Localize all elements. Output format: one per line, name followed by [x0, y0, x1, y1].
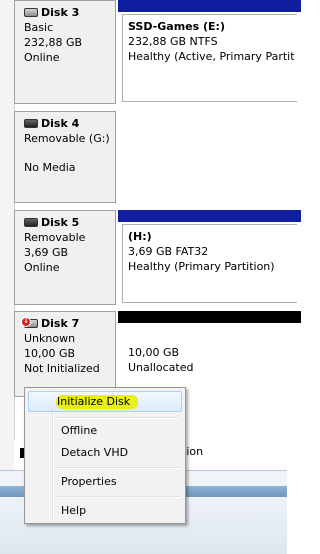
partition-size: 10,00 GB: [128, 346, 180, 359]
removable-disk-icon: [24, 119, 38, 128]
partition-bar: [118, 210, 301, 222]
menu-item-label: Offline: [61, 424, 98, 437]
menu-item-help[interactable]: Help: [28, 500, 182, 521]
disk-row-7: ↓ Disk 7 Unknown 10,00 GB Not Initialize…: [14, 311, 301, 397]
partition-name: (H:): [128, 230, 152, 243]
disk-context-menu: Initialize Disk Offline Detach VHD Prope…: [24, 387, 186, 524]
disk-3-partition[interactable]: SSD-Games (E:) 232,88 GB NTFS Healthy (A…: [118, 0, 301, 104]
disk-5-name: Disk 5: [41, 216, 80, 229]
disk-row-4: Disk 4 Removable (G:) No Media: [14, 111, 287, 203]
disk-7-partition[interactable]: 10,00 GB Unallocated: [118, 311, 301, 397]
menu-item-detach-vhd[interactable]: Detach VHD: [28, 442, 182, 463]
disk-3-label[interactable]: Disk 3 Basic 232,88 GB Online: [14, 0, 116, 104]
disk-5-status: Online: [24, 261, 60, 274]
menu-separator: [56, 417, 180, 419]
menu-item-offline[interactable]: Offline: [28, 420, 182, 441]
partition-status: Healthy (Primary Partition): [128, 260, 275, 273]
disk-5-partition[interactable]: (H:) 3,69 GB FAT32 Healthy (Primary Part…: [118, 210, 301, 305]
disk-3-name: Disk 3: [41, 6, 80, 19]
disk-7-type: Unknown: [24, 332, 76, 345]
disk-management-window: Disk 3 Basic 232,88 GB Online SSD-Games …: [0, 0, 301, 554]
partition-name: SSD-Games (E:): [128, 20, 225, 33]
disk-4-type: Removable (G:): [24, 132, 110, 145]
partition-size: 3,69 GB FAT32: [128, 245, 209, 258]
disk-error-icon: ↓: [21, 317, 38, 328]
disk-7-name: Disk 7: [41, 317, 80, 330]
menu-item-label: Properties: [61, 475, 117, 488]
disk-7-label[interactable]: ↓ Disk 7 Unknown 10,00 GB Not Initialize…: [14, 311, 116, 397]
disk-row-3: Disk 3 Basic 232,88 GB Online SSD-Games …: [14, 0, 301, 104]
disk-4-status: No Media: [24, 161, 76, 174]
menu-item-label: Detach VHD: [61, 446, 129, 459]
hard-disk-icon: [24, 8, 38, 17]
disk-3-size: 232,88 GB: [24, 36, 83, 49]
partition-size: 232,88 GB NTFS: [128, 35, 218, 48]
partition-status: Unallocated: [128, 361, 194, 374]
disk-7-size: 10,00 GB: [24, 347, 76, 360]
partition-status: Healthy (Active, Primary Partit: [128, 50, 295, 63]
disk-5-size: 3,69 GB: [24, 246, 69, 259]
menu-item-label: Initialize Disk: [56, 395, 139, 409]
disk-5-label[interactable]: Disk 5 Removable 3,69 GB Online: [14, 210, 116, 305]
menu-item-initialize-disk[interactable]: Initialize Disk: [28, 391, 182, 412]
partition-bar: [118, 0, 301, 12]
menu-separator: [56, 467, 180, 469]
disk-4-label[interactable]: Disk 4 Removable (G:) No Media: [14, 111, 116, 203]
disk-3-type: Basic: [24, 21, 54, 34]
menu-separator: [56, 496, 180, 498]
disk-3-status: Online: [24, 51, 60, 64]
disk-5-type: Removable: [24, 231, 86, 244]
disk-4-name: Disk 4: [41, 117, 80, 130]
removable-disk-icon: [24, 218, 38, 227]
left-margin-strip: [0, 0, 15, 470]
menu-item-label: Help: [61, 504, 87, 517]
unallocated-bar: [118, 311, 301, 323]
disk-7-status: Not Initialized: [24, 362, 100, 375]
error-badge-icon: ↓: [21, 317, 31, 327]
disk-row-5: Disk 5 Removable 3,69 GB Online (H:) 3,6…: [14, 210, 301, 305]
menu-item-properties[interactable]: Properties: [28, 471, 182, 492]
